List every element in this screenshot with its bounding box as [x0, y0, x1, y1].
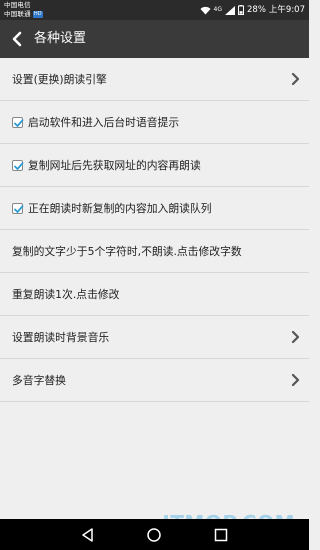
network-type: 4G — [213, 6, 222, 13]
setting-startup-voice-prompt[interactable]: 启动软件和进入后台时语音提示 — [0, 101, 309, 144]
setting-label: 复制的文字少于5个字符时,不朗读.点击修改字数 — [12, 245, 242, 258]
system-nav-bar — [0, 519, 309, 550]
app-header: 各种设置 — [0, 20, 309, 58]
setting-tts-engine[interactable]: 设置(更换)朗读引擎 — [0, 58, 309, 101]
setting-min-char-count[interactable]: 复制的文字少于5个字符时,不朗读.点击修改字数 — [0, 230, 309, 273]
carrier-info: 中国电信 中国联通 HD — [4, 1, 43, 19]
checkmark-icon — [14, 118, 24, 127]
clock: 上午9:07 — [268, 5, 305, 15]
setting-queue-new-copy[interactable]: 正在朗读时新复制的内容加入朗读队列 — [0, 187, 309, 230]
settings-list: 设置(更换)朗读引擎 启动软件和进入后台时语音提示 复制网址后先获取网址的内容再… — [0, 58, 309, 402]
back-button[interactable] — [5, 25, 29, 53]
chevron-left-icon — [12, 31, 22, 47]
battery-percent: 28% — [247, 5, 266, 15]
chevron-right-icon — [291, 330, 300, 344]
setting-label: 设置(更换)朗读引擎 — [12, 73, 107, 86]
recents-square-icon[interactable] — [211, 525, 231, 545]
setting-label: 重复朗读1次.点击修改 — [12, 288, 120, 301]
setting-label: 启动软件和进入后台时语音提示 — [28, 116, 180, 129]
checkbox-startup-voice-prompt[interactable] — [12, 116, 24, 128]
setting-background-music[interactable]: 设置朗读时背景音乐 — [0, 316, 309, 359]
setting-label: 复制网址后先获取网址的内容再朗读 — [28, 159, 201, 172]
checkmark-icon — [14, 161, 24, 170]
battery-icon — [238, 5, 244, 15]
signal-icon — [225, 5, 235, 15]
checkbox-queue-new-copy[interactable] — [12, 202, 24, 214]
setting-fetch-url-content[interactable]: 复制网址后先获取网址的内容再朗读 — [0, 144, 309, 187]
chevron-right-icon — [291, 373, 300, 387]
setting-repeat-count[interactable]: 重复朗读1次.点击修改 — [0, 273, 309, 316]
checkbox-fetch-url-content[interactable] — [12, 159, 24, 171]
wifi-icon — [200, 6, 211, 14]
setting-label: 设置朗读时背景音乐 — [12, 331, 110, 344]
chevron-right-icon — [291, 72, 300, 86]
home-circle-icon[interactable] — [144, 525, 164, 545]
carrier-line-1: 中国电信 — [4, 1, 31, 9]
setting-polyphone-replace[interactable]: 多音字替换 — [0, 359, 309, 402]
status-bar: 中国电信 中国联通 HD 4G 28% 上午9:07 — [0, 0, 309, 20]
carrier-line-2: 中国联通 — [4, 10, 31, 18]
page-title: 各种设置 — [34, 31, 87, 46]
checkmark-icon — [14, 204, 24, 213]
back-triangle-icon[interactable] — [78, 525, 98, 545]
hd-badge: HD — [32, 11, 43, 18]
status-indicators: 4G 28% 上午9:07 — [200, 0, 305, 20]
setting-label: 多音字替换 — [12, 374, 66, 387]
setting-label: 正在朗读时新复制的内容加入朗读队列 — [28, 202, 212, 215]
